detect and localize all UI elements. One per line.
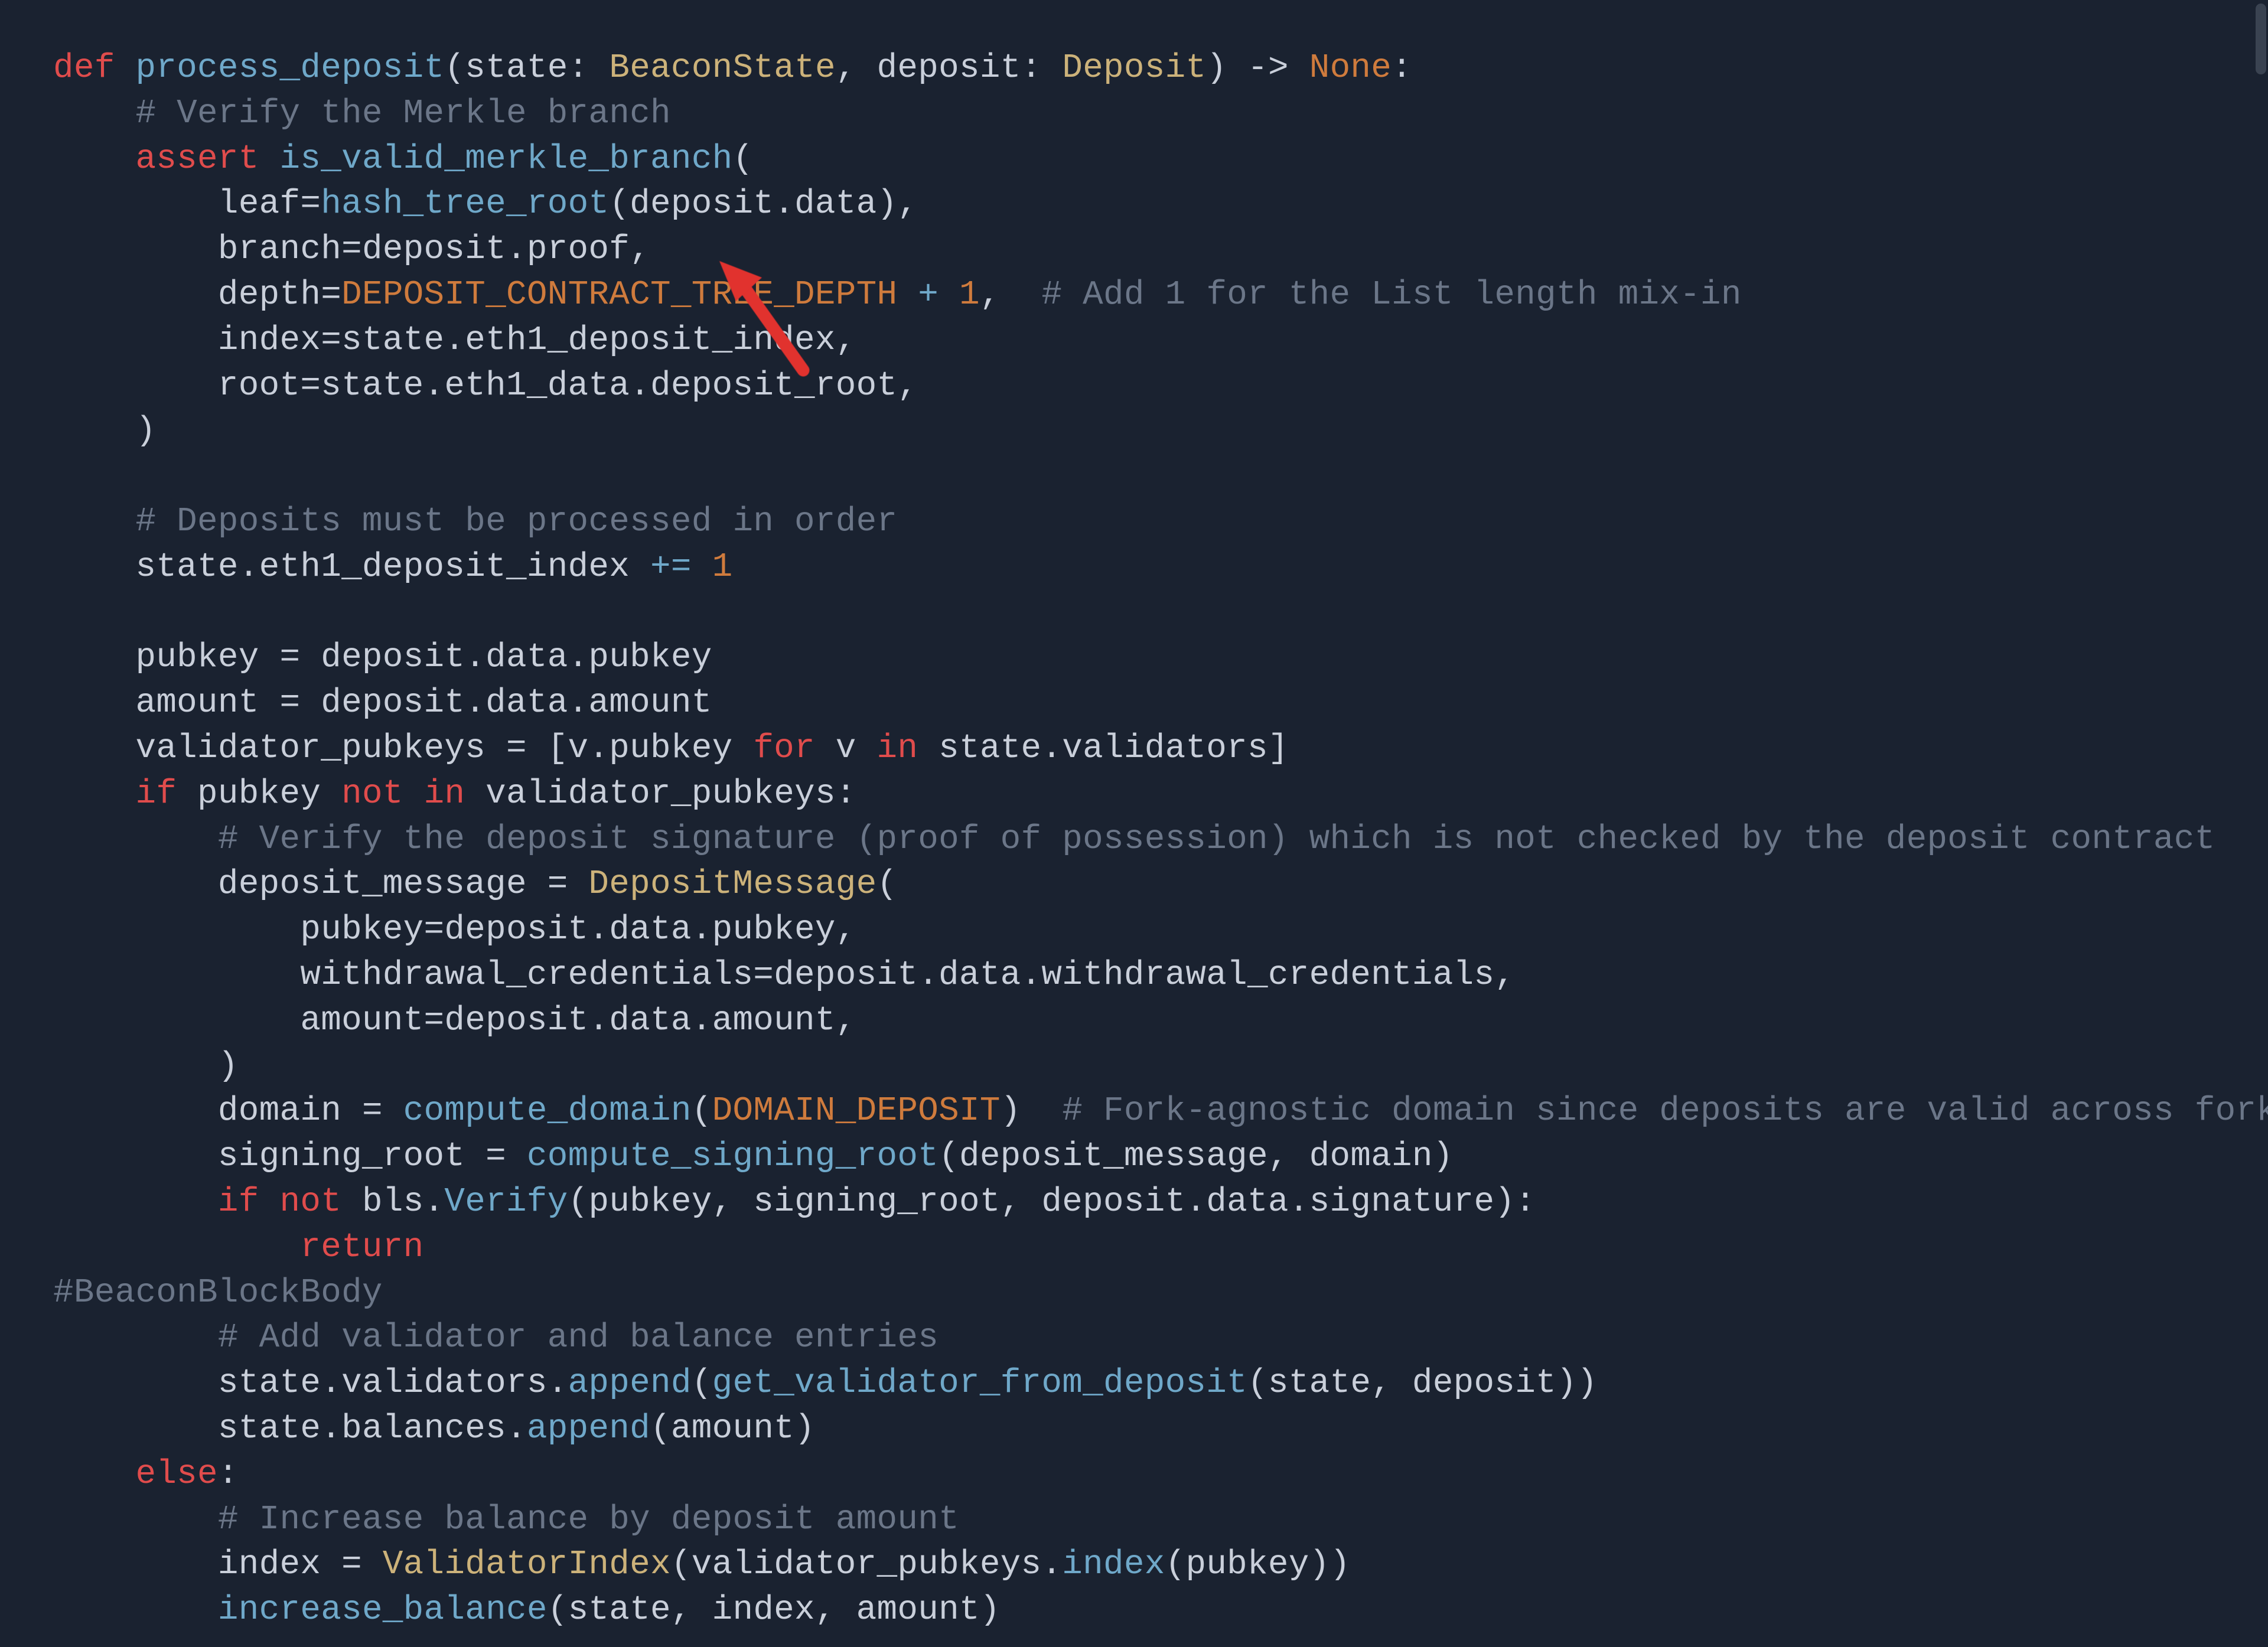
comment-beaconblockbody: #BeaconBlockBody	[53, 1274, 383, 1312]
keyword-def: def	[53, 49, 115, 87]
comment: # Verify the Merkle branch	[135, 94, 670, 133]
code-block: def process_deposit(state: BeaconState, …	[0, 0, 2268, 1647]
scrollbar-thumb[interactable]	[2256, 4, 2266, 74]
comment: # Add validator and balance entries	[218, 1319, 939, 1357]
function-name: process_deposit	[135, 49, 444, 87]
comment: # Increase balance by deposit amount	[218, 1501, 959, 1539]
comment: # Verify the deposit signature (proof of…	[218, 820, 2215, 859]
keyword-assert: assert	[135, 140, 259, 178]
vertical-scrollbar[interactable]	[2254, 0, 2268, 1647]
comment: # Deposits must be processed in order	[135, 503, 897, 541]
